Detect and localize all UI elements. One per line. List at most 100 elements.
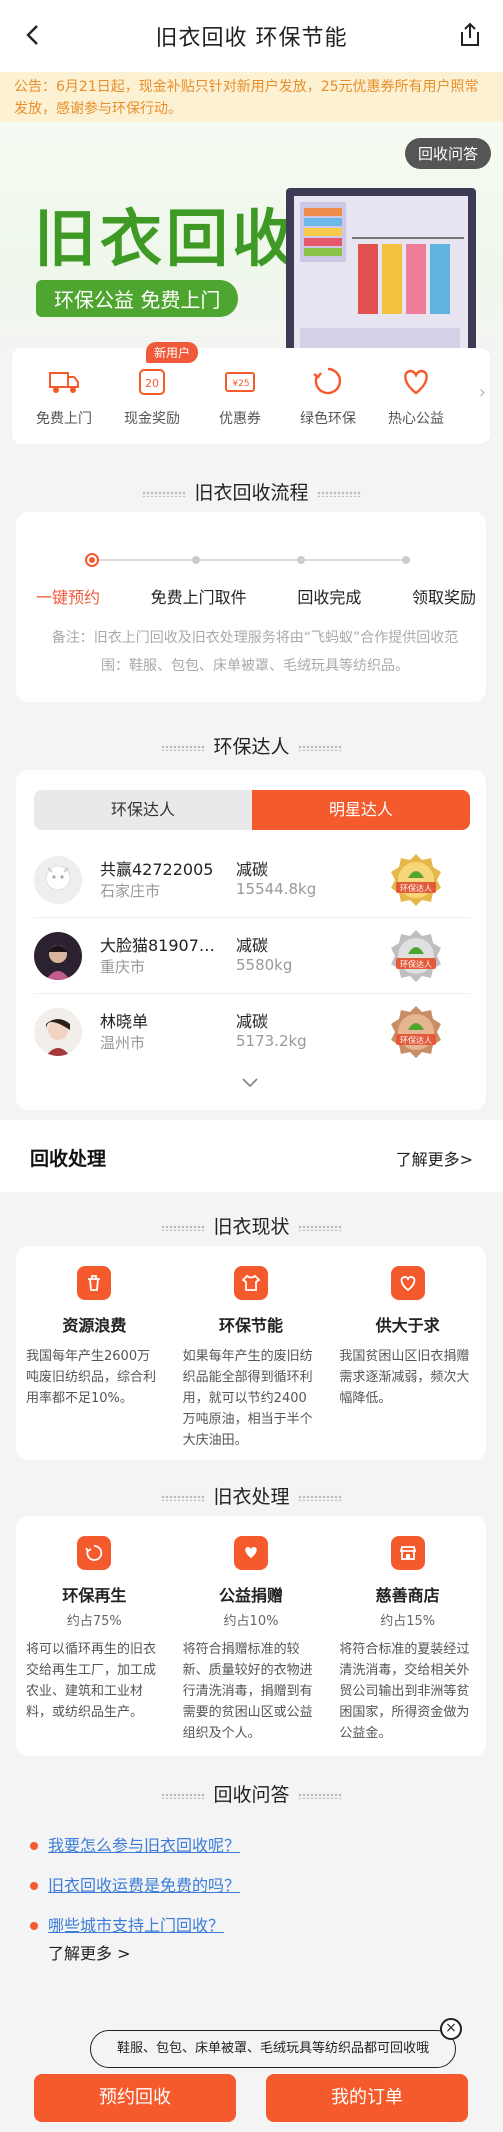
hero-banner: 回收问答 旧衣回收 环保公益 免费上门 (0, 122, 503, 362)
trash-icon (77, 1266, 112, 1300)
user-name: 大脸猫81907… (100, 936, 215, 955)
carbon-label: 减碳 (236, 860, 269, 879)
faq-pill-button[interactable]: 回收问答 (404, 138, 491, 169)
flow-step: 一键预约 (36, 588, 101, 607)
carbon-value: 5580kg (236, 956, 293, 974)
flow-step: 领取奖励 (411, 588, 476, 607)
status-item: 环保节能 如果每年产生的废旧纺织品能全部得到循环利用，就可以节约2400万吨原油… (173, 1266, 330, 1451)
faq-question-link[interactable]: 旧衣回收运费是免费的吗？ (30, 1866, 470, 1906)
flow-step-labels: 一键预约 免费上门取件 回收完成 领取奖励 (36, 584, 476, 608)
process-percent: 约占15% (380, 1614, 436, 1629)
close-icon[interactable]: × (440, 2018, 462, 2040)
process-percent: 约占75% (66, 1614, 122, 1629)
service-label: 热心公益 (388, 411, 444, 427)
tab-star-expert[interactable]: 明星达人 (252, 790, 470, 830)
process-item: 慈善商店 约占15% 将符合标准的夏装经过清洗消毒，交给相关外贸公司输出到非洲等… (329, 1536, 486, 1744)
recycle-processing-bar: 回收处理 了解更多> (0, 1120, 503, 1192)
flow-progress-track (85, 553, 410, 567)
service-free-pickup[interactable]: 免费上门 (20, 364, 108, 428)
carbon-label: 减碳 (236, 936, 269, 955)
hero-title: 旧衣回收 (34, 202, 299, 275)
new-user-badge: 新用户 (146, 342, 199, 363)
top-navigation-bar: 旧衣回收 环保节能 (0, 0, 503, 72)
carbon-value: 15544.8kg (236, 880, 317, 898)
recycle-heading: 回收处理 (30, 1148, 107, 1170)
wardrobe-illustration (286, 188, 476, 362)
service-label: 绿色环保 (300, 411, 356, 427)
my-orders-button[interactable]: 我的订单 (266, 2074, 468, 2122)
medal-bronze-icon: 环保达人 (391, 1006, 441, 1058)
service-cash-reward[interactable]: 20 现金奖励 (108, 364, 196, 428)
list-item[interactable]: 共赢42722005 石家庄市 减碳 15544.8kg 环保达人 (34, 842, 470, 918)
user-name: 林晓单 (100, 1012, 149, 1031)
svg-text:环保达人: 环保达人 (400, 883, 432, 893)
cash-icon: 20 (139, 369, 165, 395)
avatar (34, 856, 82, 904)
status-title: 资源浪费 (62, 1316, 127, 1335)
svg-text:环保达人: 环保达人 (400, 1035, 432, 1045)
eco-tabs: 环保达人 明星达人 (34, 790, 470, 830)
process-title: 公益捐赠 (219, 1586, 284, 1605)
user-city: 温州市 (100, 1034, 146, 1052)
flow-note: 备注：旧衣上门回收及旧衣处理服务将由“飞蚂蚁”合作提供回收范围：鞋服、包包、床单… (51, 630, 459, 674)
shirt-icon (234, 1266, 268, 1300)
announcement-banner: 公告：6月21日起，现金补贴只针对新用户发放，25元优惠券所有用户照常发放，感谢… (0, 72, 503, 122)
service-coupon[interactable]: ¥25 优惠券 (196, 364, 284, 428)
tab-eco-expert[interactable]: 环保达人 (34, 790, 252, 830)
process-desc: 将符合捐赠标准的较新、质量较好的衣物进行清洗消毒，捐赠到有需要的贫困山区或公益组… (182, 1642, 313, 1741)
faq-list: 我要怎么参与旧衣回收呢？ 旧衣回收运费是免费的吗？ 哪些城市支持上门回收？ (30, 1826, 470, 1946)
status-desc: 如果每年产生的废旧纺织品能全部得到循环利用，就可以节约2400万吨原油，相当于半… (182, 1349, 313, 1448)
user-city: 重庆市 (100, 958, 146, 976)
user-name: 共赢42722005 (100, 860, 214, 879)
process-desc: 将符合标准的夏装经过清洗消毒，交给相关外贸公司输出到非洲等贫困国家，所得资金做为… (339, 1642, 470, 1741)
status-section-title: 旧衣现状 (0, 1212, 503, 1239)
service-label: 现金奖励 (124, 411, 180, 427)
heart-hand-icon (390, 1266, 425, 1300)
book-recycle-button[interactable]: 预约回收 (34, 2074, 236, 2122)
process-desc: 将可以循环再生的旧衣交给再生工厂，加工成农业、建筑和工业材料，或纺织品生产。 (26, 1642, 157, 1720)
user-city: 石家庄市 (100, 882, 161, 900)
page-title: 旧衣回收 环保节能 (155, 26, 348, 51)
service-icons-row: 免费上门 20 现金奖励 ¥25 优惠券 绿色环保 热心公益 › (12, 348, 490, 444)
recyclable-toast: 鞋服、包包、床单被罩、毛绒玩具等纺织品都可回收哦 (90, 2030, 456, 2068)
svg-text:¥25: ¥25 (232, 379, 249, 389)
svg-text:20: 20 (145, 377, 159, 390)
chevron-right-icon[interactable]: › (479, 382, 486, 403)
learn-more-link[interactable]: 了解更多> (396, 1146, 473, 1170)
process-title: 慈善商店 (375, 1586, 440, 1605)
process-columns: 环保再生 约占75% 将可以循环再生的旧衣交给再生工厂，加工成农业、建筑和工业材… (16, 1536, 486, 1744)
service-green[interactable]: 绿色环保 (284, 364, 372, 428)
medal-gold-icon: 环保达人 (391, 854, 441, 906)
flow-step: 回收完成 (297, 588, 362, 607)
chevron-down-icon[interactable] (240, 1076, 260, 1090)
process-item: 公益捐赠 约占10% 将符合捐赠标准的较新、质量较好的衣物进行清洗消毒，捐赠到有… (173, 1536, 330, 1744)
shop-icon (390, 1536, 425, 1570)
eco-section-title: 环保达人 (0, 732, 503, 759)
service-charity[interactable]: 热心公益 (372, 364, 460, 428)
list-item[interactable]: 大脸猫81907… 重庆市 减碳 5580kg 环保达人 (34, 918, 470, 994)
medal-silver-icon: 环保达人 (391, 930, 441, 982)
status-desc: 我国每年产生2600万吨废旧纺织品，综合利用率都不足10%。 (26, 1349, 157, 1406)
share-icon[interactable] (455, 20, 485, 50)
recycle-icon (313, 367, 342, 395)
faq-section-title: 回收问答 (0, 1780, 503, 1807)
recycle-icon (77, 1536, 112, 1570)
heart-icon (404, 369, 428, 395)
chevron-left-icon[interactable] (18, 20, 48, 50)
status-title: 供大于求 (375, 1316, 440, 1335)
faq-more-link[interactable]: 了解更多 > (48, 1940, 131, 1964)
status-item: 资源浪费 我国每年产生2600万吨废旧纺织品，综合利用率都不足10%。 (16, 1266, 173, 1451)
service-label: 优惠券 (219, 411, 261, 427)
truck-icon (49, 372, 79, 393)
avatar (34, 1008, 82, 1056)
faq-question-link[interactable]: 我要怎么参与旧衣回收呢？ (30, 1826, 470, 1866)
avatar (34, 932, 82, 980)
list-item[interactable]: 林晓单 温州市 减碳 5173.2kg 环保达人 (34, 994, 470, 1070)
process-title: 环保再生 (62, 1586, 127, 1605)
carbon-value: 5173.2kg (236, 1032, 307, 1050)
service-label: 免费上门 (36, 411, 92, 427)
svg-text:环保达人: 环保达人 (400, 959, 432, 969)
process-section-title: 旧衣处理 (0, 1482, 503, 1509)
flow-step: 免费上门取件 (150, 588, 247, 607)
hero-subtitle: 环保公益 免费上门 (36, 280, 239, 317)
